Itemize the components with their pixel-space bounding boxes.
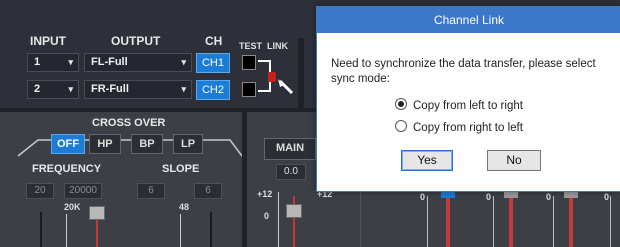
frequency-low-field[interactable]: 20 bbox=[26, 183, 54, 199]
chevron-down-icon: ▾ bbox=[68, 57, 73, 67]
scale-ticks bbox=[610, 196, 615, 247]
chevron-down-icon: ▾ bbox=[68, 84, 73, 94]
radio-left-to-right[interactable]: Copy from left to right bbox=[395, 98, 523, 112]
scale-ticks bbox=[427, 196, 432, 247]
level-meter bbox=[446, 198, 450, 247]
input-header: INPUT bbox=[30, 34, 66, 48]
channel-link-dialog: Channel Link Need to synchronize the dat… bbox=[316, 6, 620, 192]
divider bbox=[242, 108, 247, 247]
meter-zero-label: 0 bbox=[420, 192, 426, 202]
frequency-high-field[interactable]: 20000 bbox=[64, 183, 102, 199]
slope-high-field[interactable]: 6 bbox=[194, 183, 222, 199]
radio-selected-icon bbox=[395, 98, 407, 110]
crossover-off-button[interactable]: OFF bbox=[51, 134, 85, 154]
level-meter bbox=[509, 198, 513, 247]
chain-link-icon bbox=[268, 72, 276, 82]
divider bbox=[298, 38, 304, 108]
scale-ticks bbox=[180, 214, 189, 247]
slope-scale-top: 48 bbox=[179, 202, 190, 212]
no-button[interactable]: No bbox=[487, 150, 541, 171]
main-fader-thumb[interactable] bbox=[286, 204, 302, 218]
meter-zero-label: 0 bbox=[604, 192, 610, 202]
crossover-bp-button[interactable]: BP bbox=[131, 134, 163, 154]
main-scale-top: +12 bbox=[257, 189, 273, 199]
output-select-2[interactable]: FR-Full ▾ bbox=[84, 80, 192, 99]
fader-track bbox=[210, 212, 212, 247]
frequency-fader-thumb[interactable] bbox=[89, 206, 105, 220]
output-select-2-value: FR-Full bbox=[91, 83, 129, 95]
input-select-2-value: 2 bbox=[34, 83, 41, 95]
scale-ticks bbox=[493, 196, 498, 247]
input-select-2[interactable]: 2 ▾ bbox=[27, 80, 79, 99]
freq-scale-top: 20K bbox=[64, 202, 81, 212]
main-scale-zero: 0 bbox=[264, 211, 270, 221]
radio-right-to-left[interactable]: Copy from right to left bbox=[395, 120, 523, 134]
output-select-1-value: FL-Full bbox=[91, 56, 128, 68]
main-tab[interactable]: MAIN bbox=[264, 138, 316, 160]
input-select-1-value: 1 bbox=[34, 56, 41, 68]
level-meter bbox=[569, 198, 573, 247]
test-toggle-1[interactable] bbox=[242, 55, 256, 70]
meter-zero-label: 0 bbox=[546, 192, 552, 202]
crossover-hp-button[interactable]: HP bbox=[89, 134, 121, 154]
test-header: TEST bbox=[239, 41, 263, 51]
crossover-lp-button[interactable]: LP bbox=[173, 134, 203, 154]
ch2-button[interactable]: CH2 bbox=[196, 80, 230, 100]
fader-track bbox=[40, 212, 42, 247]
main-value-field[interactable]: 0.0 bbox=[276, 164, 306, 180]
radio-label: Copy from right to left bbox=[413, 122, 523, 134]
slope-label: SLOPE bbox=[162, 163, 200, 175]
slope-low-field[interactable]: 6 bbox=[137, 183, 165, 199]
dialog-title[interactable]: Channel Link bbox=[317, 7, 620, 33]
link-bracket[interactable] bbox=[258, 55, 298, 99]
scale-ticks bbox=[66, 214, 75, 247]
crossover-bracket bbox=[17, 139, 242, 157]
chevron-down-icon: ▾ bbox=[181, 84, 186, 94]
link-header: LINK bbox=[267, 41, 288, 51]
radio-unselected-icon bbox=[395, 120, 407, 132]
frequency-label: FREQUENCY bbox=[32, 163, 102, 175]
ch-header: CH bbox=[205, 34, 223, 48]
chevron-down-icon: ▾ bbox=[181, 57, 186, 67]
yes-button[interactable]: Yes bbox=[401, 150, 453, 171]
scale-ticks bbox=[553, 196, 558, 247]
scale-ticks bbox=[278, 192, 285, 247]
dialog-message: Need to synchronize the data transfer, p… bbox=[331, 58, 596, 85]
output-header: OUTPUT bbox=[111, 34, 161, 48]
meter-zero-label: 0 bbox=[486, 192, 492, 202]
test-toggle-2[interactable] bbox=[242, 82, 256, 97]
output-select-1[interactable]: FL-Full ▾ bbox=[84, 53, 192, 72]
input-select-1[interactable]: 1 ▾ bbox=[27, 53, 79, 72]
radio-label: Copy from left to right bbox=[413, 100, 523, 112]
ch1-button[interactable]: CH1 bbox=[196, 53, 230, 73]
meter-divider bbox=[360, 190, 361, 247]
